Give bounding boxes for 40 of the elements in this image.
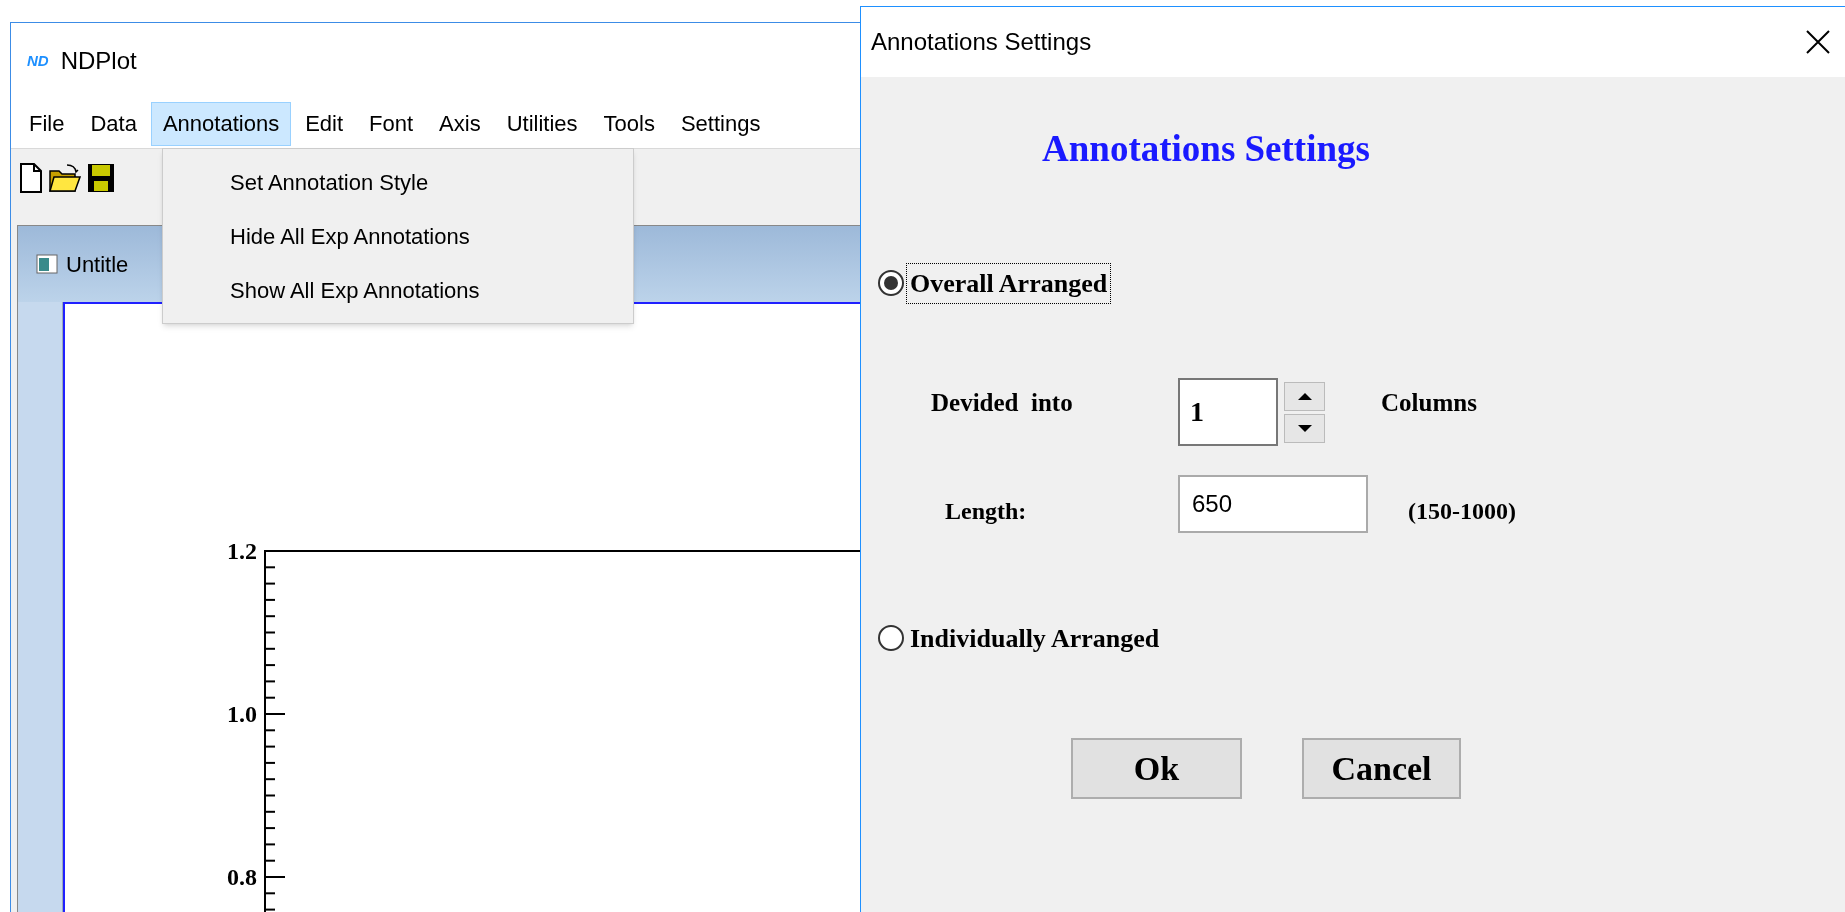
menu-item[interactable]: File [17, 101, 77, 146]
menu-item[interactable]: Font [357, 101, 426, 146]
open-folder-icon[interactable] [49, 162, 81, 193]
columns-field[interactable]: 1 [1178, 378, 1278, 446]
document-icon [36, 254, 58, 274]
menu-item[interactable]: Annotations [150, 101, 292, 146]
tick-label: 0.8 [227, 864, 257, 890]
close-icon[interactable] [1805, 29, 1831, 55]
window-title: NDPlot [60, 46, 137, 76]
menu-item[interactable]: Utilities [494, 101, 590, 146]
new-file-icon[interactable] [19, 162, 43, 193]
app-logo: ND [27, 50, 49, 71]
ok-button[interactable]: Ok [1071, 738, 1242, 799]
unit-label: Columns [1381, 388, 1477, 418]
menu-item[interactable]: Set Annotation Style [163, 155, 633, 209]
up-arrow-icon [1297, 392, 1312, 400]
spin-up-button[interactable] [1284, 381, 1325, 411]
range-label: (150-1000) [1408, 497, 1516, 526]
radio-button[interactable] [878, 625, 904, 651]
spin-down-button[interactable] [1284, 413, 1325, 443]
radio-label[interactable]: Overall Arranged [906, 262, 1112, 304]
menu-item[interactable]: Hide All Exp Annotations [163, 209, 633, 263]
field-label: Length: [945, 497, 1028, 526]
dialog-title: Annotations Settings [871, 27, 1092, 57]
menu-item[interactable]: Tools [591, 101, 667, 146]
down-arrow-icon [1297, 424, 1312, 432]
radio-button[interactable] [878, 270, 904, 296]
document-title: Untitle [66, 250, 129, 279]
dialog-heading: Annotations Settings [1042, 129, 1370, 169]
radio-label[interactable]: Individually Arranged [906, 617, 1164, 659]
menu-item[interactable]: Settings [668, 101, 773, 146]
length-field[interactable]: 650 [1178, 475, 1368, 533]
menu-item[interactable]: Edit [293, 101, 356, 146]
field-label: Devided into [931, 388, 1074, 418]
menu-item[interactable]: Data [78, 101, 149, 146]
menu-item[interactable]: Axis [427, 101, 493, 146]
menu-item[interactable]: Show All Exp Annotations [163, 263, 633, 317]
cancel-button[interactable]: Cancel [1302, 738, 1461, 799]
tick-label: 1.2 [227, 538, 257, 564]
tick-label: 1.0 [227, 701, 257, 727]
